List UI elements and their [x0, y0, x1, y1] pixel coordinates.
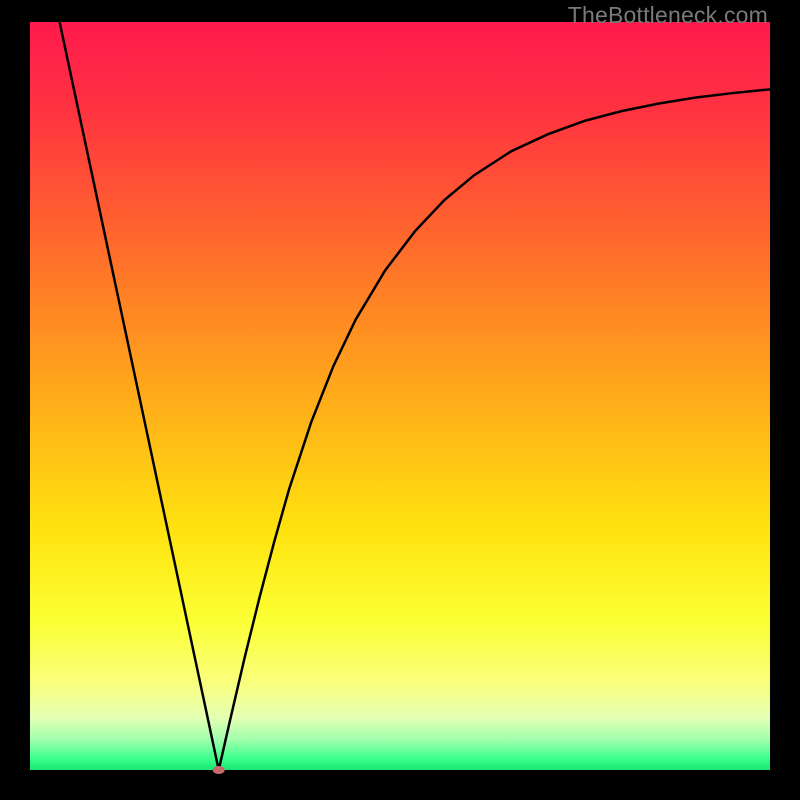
chart-container: { "watermark": "TheBottleneck.com", "cha…: [0, 0, 800, 800]
chart-svg: [0, 0, 800, 800]
watermark-text: TheBottleneck.com: [568, 2, 768, 29]
minimum-marker: [213, 766, 225, 774]
plot-background: [30, 22, 770, 770]
